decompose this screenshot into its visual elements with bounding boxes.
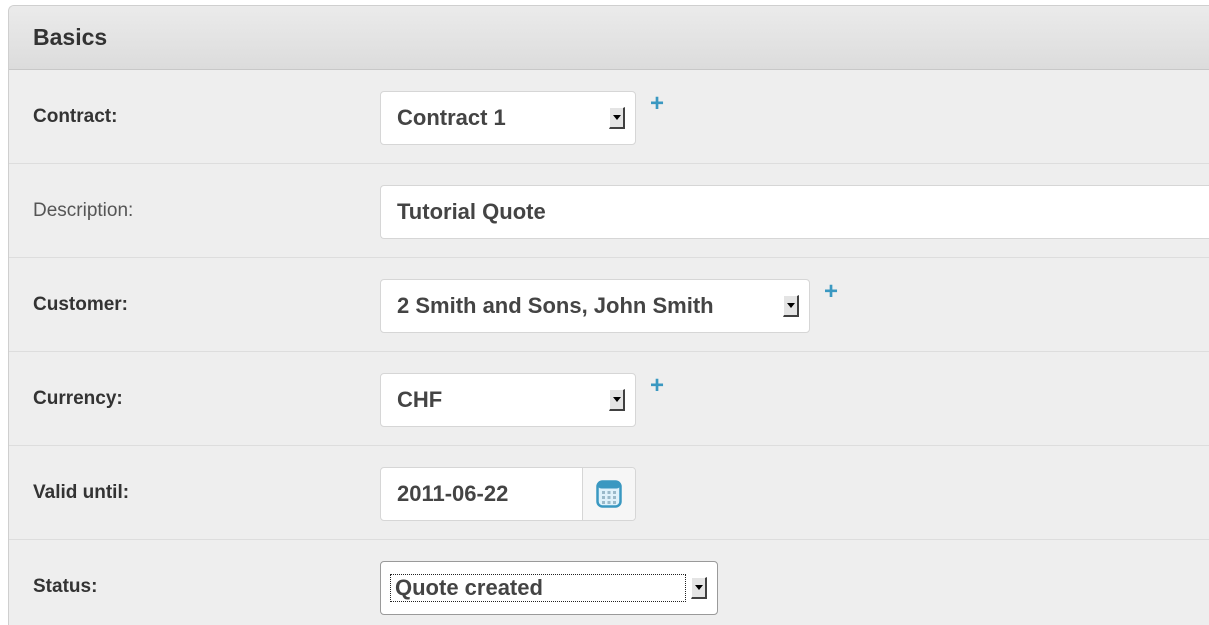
- dropdown-arrow-icon[interactable]: [609, 389, 625, 411]
- valid-until-label: Valid until:: [33, 481, 130, 503]
- currency-select-value: CHF: [397, 387, 443, 412]
- basics-fieldset: Basics Contract: Contract 1 + Descriptio…: [8, 5, 1209, 625]
- add-customer-plus-icon[interactable]: +: [824, 280, 838, 304]
- customer-select-value: 2 Smith and Sons, John Smith: [397, 293, 714, 318]
- valid-until-date-field[interactable]: 2011-06-22: [380, 467, 636, 521]
- status-label: Status:: [33, 576, 98, 597]
- valid-until-input[interactable]: 2011-06-22: [381, 481, 582, 507]
- form-row-currency: Currency: CHF +: [9, 352, 1209, 446]
- contract-label: Contract:: [33, 105, 118, 127]
- add-contract-plus-icon[interactable]: +: [650, 92, 664, 116]
- status-select-value: Quote created: [390, 574, 686, 602]
- description-input[interactable]: Tutorial Quote: [380, 185, 1209, 239]
- calendar-icon[interactable]: [582, 468, 635, 520]
- fieldset-title: Basics: [33, 24, 108, 50]
- customer-select[interactable]: 2 Smith and Sons, John Smith: [380, 279, 810, 333]
- status-select[interactable]: Quote created: [380, 561, 718, 615]
- contract-select[interactable]: Contract 1: [380, 91, 636, 145]
- form-row-contract: Contract: Contract 1 +: [9, 70, 1209, 164]
- dropdown-arrow-icon[interactable]: [783, 295, 799, 317]
- form-row-valid-until: Valid until: 2011-06-22: [9, 446, 1209, 540]
- contract-select-value: Contract 1: [397, 105, 506, 130]
- currency-label: Currency:: [33, 387, 123, 409]
- form-row-customer: Customer: 2 Smith and Sons, John Smith +: [9, 258, 1209, 352]
- add-currency-plus-icon[interactable]: +: [650, 374, 664, 398]
- currency-select[interactable]: CHF: [380, 373, 636, 427]
- form-row-description: Description: Tutorial Quote: [9, 164, 1209, 258]
- dropdown-arrow-icon[interactable]: [691, 577, 707, 599]
- description-label: Description:: [33, 199, 134, 221]
- form-row-status: Status: Quote created: [9, 540, 1209, 625]
- fieldset-header: Basics: [9, 6, 1209, 70]
- customer-label: Customer:: [33, 293, 129, 315]
- dropdown-arrow-icon[interactable]: [609, 107, 625, 129]
